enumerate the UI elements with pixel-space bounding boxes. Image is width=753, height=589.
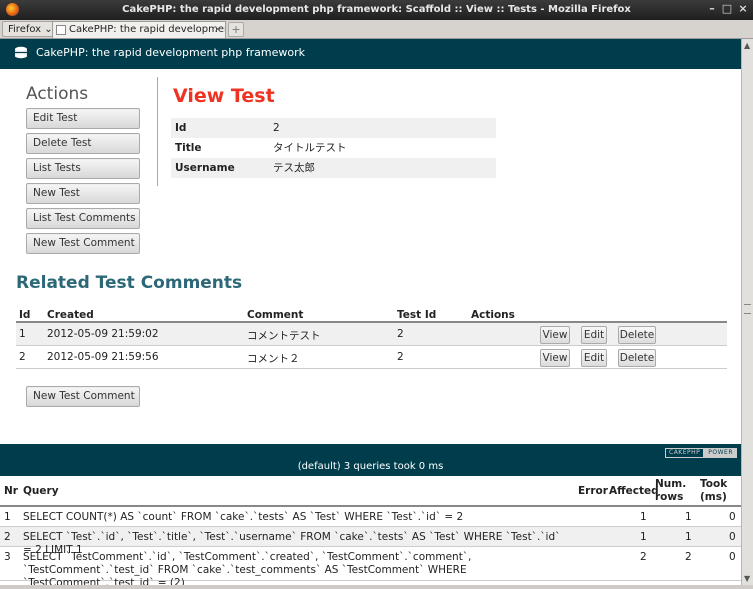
column-header-comment: Comment [247, 309, 304, 321]
cell-num-rows: 1 [685, 531, 692, 543]
new-test-comment-button[interactable]: New Test Comment [26, 233, 140, 254]
site-header: CakePHP: the rapid development php frame… [0, 39, 741, 69]
new-tab-button[interactable]: + [228, 22, 244, 37]
scroll-down-icon[interactable]: ▼ [744, 574, 750, 583]
maximize-icon[interactable]: □ [721, 3, 733, 15]
column-header-test-id: Test Id [397, 309, 437, 321]
cell-affected: 1 [640, 531, 647, 543]
close-tab-icon[interactable]: × [214, 22, 222, 38]
detail-value: テス太郎 [273, 162, 315, 174]
vertical-scrollbar[interactable]: ▲ ▼ [741, 39, 753, 585]
minimize-icon[interactable]: – [706, 3, 718, 15]
cell-num-rows: 2 [685, 551, 692, 563]
firefox-menu-button[interactable]: Firefox ⌄ [2, 21, 59, 37]
table-row: 1 SELECT COUNT(*) AS `count` FROM `cake`… [0, 507, 741, 527]
page-favicon-icon [56, 25, 66, 35]
column-header-affected: Affected [609, 485, 659, 497]
cell-affected: 1 [640, 511, 647, 523]
edit-button[interactable]: Edit [581, 349, 607, 367]
tab-bar: Firefox ⌄ CakePHP: the rapid development… [0, 20, 753, 39]
detail-key: Username [175, 162, 235, 174]
cell-nr: 2 [4, 531, 11, 543]
scroll-up-icon[interactable]: ▲ [744, 41, 750, 50]
cell-created: 2012-05-09 21:59:56 [47, 351, 159, 363]
column-header-actions: Actions [471, 309, 515, 321]
edit-button[interactable]: Edit [581, 326, 607, 344]
actions-divider [157, 77, 158, 186]
delete-button[interactable]: Delete [618, 349, 656, 367]
detail-key: Title [175, 142, 202, 154]
cell-took: 0 [729, 511, 736, 523]
table-header: Nr Query Error Affected Num. rows Took (… [0, 476, 741, 507]
table-row: 1 2012-05-09 21:59:02 コメントテスト 2 View Edi… [16, 323, 727, 346]
cakephp-power-badge[interactable]: CAKEPHP POWER [665, 448, 738, 458]
cell-comment: コメント２ [247, 353, 300, 365]
column-header-error: Error [578, 485, 608, 497]
detail-row-username: Username テス太郎 [171, 158, 496, 178]
table-header: Id Created Comment Test Id Actions [16, 304, 727, 323]
cell-comment: コメントテスト [247, 330, 321, 342]
actions-panel: Actions Edit Test Delete Test List Tests… [26, 84, 140, 254]
cell-query: SELECT COUNT(*) AS `count` FROM `cake`.`… [23, 511, 464, 523]
delete-button[interactable]: Delete [618, 326, 656, 344]
sql-log-table: Nr Query Error Affected Num. rows Took (… [0, 476, 741, 585]
list-tests-button[interactable]: List Tests [26, 158, 140, 179]
detail-row-title: Title タイトルテスト [171, 138, 496, 158]
scroll-grip-icon[interactable] [744, 304, 751, 314]
new-test-button[interactable]: New Test [26, 183, 140, 204]
column-header-id: Id [19, 309, 31, 321]
test-detail-list: Id 2 Title タイトルテスト Username テス太郎 [171, 118, 496, 178]
cell-id: 1 [19, 328, 26, 340]
cell-nr: 1 [4, 511, 11, 523]
cell-test-id: 2 [397, 351, 404, 363]
firefox-menu-label: Firefox [8, 24, 42, 35]
cell-test-id: 2 [397, 328, 404, 340]
column-header-query: Query [23, 485, 59, 497]
related-section-title: Related Test Comments [16, 273, 243, 293]
tab-title: CakePHP: the rapid development p... [69, 24, 225, 35]
power-badge-left: CAKEPHP [665, 448, 705, 458]
cell-id: 2 [19, 351, 26, 363]
table-row: 3 SELECT `TestComment`.`id`, `TestCommen… [0, 547, 741, 585]
sql-summary: (default) 3 queries took 0 ms [297, 461, 444, 472]
cell-took: 0 [729, 551, 736, 563]
new-test-comment-bottom-button[interactable]: New Test Comment [26, 386, 140, 407]
power-badge-right: POWER [704, 448, 738, 458]
actions-heading: Actions [26, 84, 89, 104]
active-tab[interactable]: CakePHP: the rapid development p... × [52, 21, 226, 38]
page-content: CakePHP: the rapid development php frame… [0, 39, 741, 585]
column-header-created: Created [47, 309, 94, 321]
cell-nr: 3 [4, 551, 11, 563]
view-button[interactable]: View [540, 349, 570, 367]
site-title-link[interactable]: CakePHP: the rapid development php frame… [36, 46, 305, 59]
detail-row-id: Id 2 [171, 118, 496, 138]
column-header-took: Took (ms) [700, 478, 728, 503]
browser-statusbar [0, 585, 753, 589]
cell-created: 2012-05-09 21:59:02 [47, 328, 159, 340]
cake-logo-icon [15, 46, 27, 59]
detail-key: Id [175, 122, 187, 134]
window-title: CakePHP: the rapid development php frame… [122, 4, 631, 15]
window-titlebar: CakePHP: the rapid development php frame… [0, 0, 753, 20]
close-window-icon[interactable]: × [737, 3, 749, 15]
detail-value: タイトルテスト [273, 142, 347, 154]
view-button[interactable]: View [540, 326, 570, 344]
sql-log-header: CAKEPHP POWER (default) 3 queries took 0 … [0, 444, 741, 476]
cell-took: 0 [729, 531, 736, 543]
page-title: View Test [173, 85, 275, 107]
delete-test-button[interactable]: Delete Test [26, 133, 140, 154]
related-comments-table: Id Created Comment Test Id Actions 1 201… [16, 304, 727, 369]
cell-affected: 2 [640, 551, 647, 563]
table-row: 2 2012-05-09 21:59:56 コメント２ 2 View Edit … [16, 346, 727, 369]
edit-test-button[interactable]: Edit Test [26, 108, 140, 129]
column-header-nr: Nr [4, 485, 18, 497]
column-header-num-rows: Num. rows [655, 478, 687, 503]
list-test-comments-button[interactable]: List Test Comments [26, 208, 140, 229]
cell-query: SELECT `TestComment`.`id`, `TestComment`… [23, 551, 472, 585]
cell-num-rows: 1 [685, 511, 692, 523]
table-row: 2 SELECT `Test`.`id`, `Test`.`title`, `T… [0, 527, 741, 556]
detail-value: 2 [273, 122, 280, 134]
